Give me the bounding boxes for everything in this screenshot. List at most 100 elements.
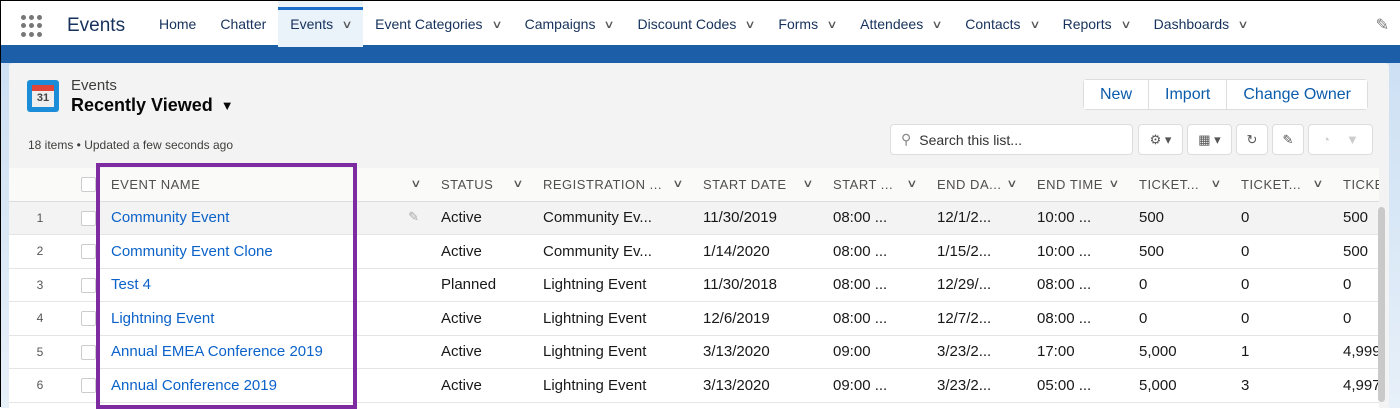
select-all-checkbox[interactable] <box>81 177 96 193</box>
column-header[interactable]: END TIME ∨ <box>1027 168 1129 202</box>
action-buttons: New Import Change Owner <box>1083 79 1368 110</box>
nav-tab-reports[interactable]: Reports ∨ <box>1051 1 1142 47</box>
chevron-down-icon[interactable]: ∨ <box>745 18 756 31</box>
table-cell: Community Ev... <box>533 201 693 235</box>
chevron-down-icon[interactable]: ∨ <box>803 177 815 192</box>
chart-icon[interactable]: ◔ <box>1322 132 1330 147</box>
chevron-down-icon[interactable]: ∨ <box>907 177 919 192</box>
event-name-link[interactable]: Annual Conference 2019 <box>111 377 277 394</box>
event-name-link[interactable]: Community Event <box>111 209 229 226</box>
pencil-icon: ✎ <box>1282 131 1294 147</box>
chart-filter-group: ◔ ▼ <box>1308 124 1373 155</box>
edit-nav-icon[interactable]: ✎ <box>1376 15 1389 35</box>
chevron-down-icon[interactable]: ∨ <box>1120 18 1131 31</box>
table-cell: 5,000 <box>1129 368 1231 403</box>
display-as-button[interactable]: ▦ ▾ <box>1187 124 1232 155</box>
nav-tab-label: Discount Codes <box>637 16 737 32</box>
table-cell: 0 <box>1333 301 1379 336</box>
row-checkbox[interactable] <box>81 311 96 327</box>
column-header[interactable]: TICKET... ∨ <box>1231 168 1333 202</box>
chevron-down-icon[interactable]: ∨ <box>1007 177 1019 192</box>
column-header-label: REGISTRATION ... <box>543 176 662 192</box>
column-header[interactable]: TICKET... ∨ <box>1129 168 1231 202</box>
column-header[interactable]: START DATE ∨ <box>693 168 823 202</box>
nav-tab-attendees[interactable]: Attendees ∨ <box>848 1 953 47</box>
table-row: 4 Lightning Event Active Lightning Event 12/… <box>9 301 1379 336</box>
event-name-link[interactable]: Test 4 <box>111 276 151 293</box>
event-name-cell: Community Event Clone <box>101 234 431 269</box>
table-cell: 0 <box>1129 268 1231 302</box>
table-scrollbar[interactable] <box>1378 207 1385 402</box>
event-name-link[interactable]: Community Event Clone <box>111 243 273 260</box>
chevron-down-icon[interactable]: ∨ <box>513 177 525 192</box>
chevron-down-icon[interactable]: ∨ <box>491 18 502 31</box>
nav-tab-campaigns[interactable]: Campaigns ∨ <box>513 1 626 47</box>
column-header[interactable]: EVENT NAME ∨ <box>101 168 431 202</box>
chevron-down-icon[interactable]: ∨ <box>411 177 423 192</box>
event-name-link[interactable]: Annual EMEA Conference 2019 <box>111 343 323 360</box>
nav-tab-discount-codes[interactable]: Discount Codes ∨ <box>626 1 767 47</box>
nav-tab-event-categories[interactable]: Event Categories ∨ <box>363 1 512 47</box>
chevron-down-icon[interactable]: ∨ <box>1238 18 1249 31</box>
filter-icon[interactable]: ▼ <box>1346 132 1359 147</box>
nav-tab-contacts[interactable]: Contacts ∨ <box>953 1 1050 47</box>
nav-tab-dashboards[interactable]: Dashboards ∨ <box>1142 1 1260 47</box>
nav-tab-chatter[interactable]: Chatter <box>208 1 278 47</box>
new-button[interactable]: New <box>1084 80 1150 109</box>
chevron-down-icon[interactable]: ∨ <box>1313 177 1325 192</box>
table-cell: 500 <box>1129 234 1231 269</box>
nav-tabs: Home Chatter Events ∨ Event Categories ∨ Campa… <box>147 1 1259 47</box>
nav-tab-forms[interactable]: Forms ∨ <box>766 1 848 47</box>
row-checkbox[interactable] <box>81 210 96 226</box>
import-button[interactable]: Import <box>1149 80 1228 109</box>
table-cell: 3 <box>1231 368 1333 403</box>
column-header[interactable]: TICKET <box>1333 168 1379 202</box>
column-header[interactable]: END DA... ∨ <box>927 168 1027 202</box>
table-cell: 0 <box>1333 268 1379 302</box>
table-cell: 12/1/2... <box>927 201 1027 235</box>
app-launcher-icon[interactable] <box>21 15 43 37</box>
row-checkbox[interactable] <box>81 378 96 394</box>
list-settings-button[interactable]: ⚙ ▾ <box>1138 124 1183 155</box>
chevron-down-icon[interactable]: ∨ <box>341 18 352 31</box>
chevron-down-icon[interactable]: ∨ <box>1029 18 1040 31</box>
chevron-down-icon[interactable]: ∨ <box>673 177 685 192</box>
table-cell: 0 <box>1231 201 1333 235</box>
list-view-selector[interactable]: Recently Viewed ▼ <box>71 95 234 116</box>
chevron-down-icon[interactable]: ∨ <box>932 18 943 31</box>
row-select-cell <box>71 368 101 403</box>
event-name-cell: Test 4 <box>101 268 431 302</box>
table-cell: 09:00 <box>823 335 927 369</box>
table-cell: 500 <box>1333 201 1379 235</box>
table-cell: 5,000 <box>1129 335 1231 369</box>
refresh-button[interactable]: ↻ <box>1236 124 1268 155</box>
nav-tab-home[interactable]: Home <box>147 1 208 47</box>
chevron-down-icon[interactable]: ∨ <box>604 18 615 31</box>
event-name-cell: Community Event ✎ <box>101 201 431 235</box>
row-select-cell <box>71 268 101 302</box>
row-number: 4 <box>9 301 71 336</box>
inline-edit-icon[interactable]: ✎ <box>408 209 419 225</box>
row-checkbox[interactable] <box>81 277 96 293</box>
table-row: 3 Test 4 Planned Lightning Event 11/30/2018 0… <box>9 268 1379 302</box>
column-header[interactable]: STATUS ∨ <box>431 168 533 202</box>
table-cell: 3/13/2020 <box>693 368 823 403</box>
column-header[interactable]: START ... ∨ <box>823 168 927 202</box>
change-owner-button[interactable]: Change Owner <box>1227 80 1367 109</box>
chevron-down-icon[interactable]: ∨ <box>1211 177 1223 192</box>
table-row: 6 Annual Conference 2019 Active Lightning E… <box>9 368 1379 403</box>
nav-tab-label: Chatter <box>220 16 267 32</box>
search-input[interactable]: ⚲ Search this list... <box>890 124 1133 155</box>
table-cell: 12/7/2... <box>927 301 1027 336</box>
table-cell: 08:00 ... <box>823 268 927 302</box>
chevron-down-icon[interactable]: ∨ <box>826 18 837 31</box>
nav-tab-events[interactable]: Events ∨ <box>278 1 364 47</box>
edit-list-button[interactable]: ✎ <box>1272 124 1304 155</box>
column-header-label: TICKET <box>1343 176 1379 192</box>
row-checkbox[interactable] <box>81 244 96 260</box>
chevron-down-icon[interactable]: ∨ <box>1109 177 1121 192</box>
event-name-link[interactable]: Lightning Event <box>111 310 214 327</box>
table-cell: Lightning Event <box>533 368 693 403</box>
row-checkbox[interactable] <box>81 344 96 360</box>
column-header[interactable]: REGISTRATION ... ∨ <box>533 168 693 202</box>
